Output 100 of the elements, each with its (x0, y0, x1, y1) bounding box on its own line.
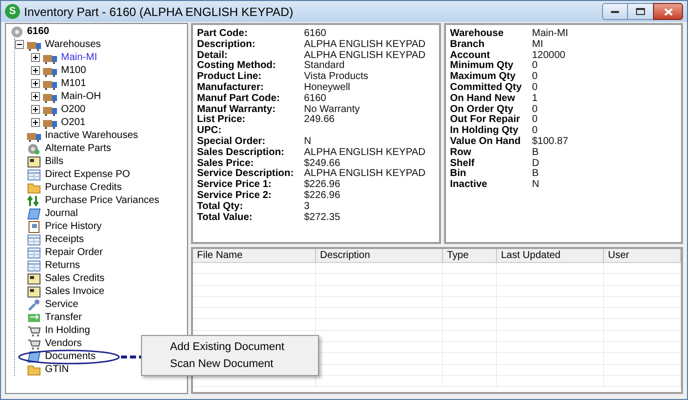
tree-item[interactable]: Warehouses (44, 40, 102, 50)
expand-icon[interactable] (31, 105, 40, 114)
gear-icon (10, 26, 24, 38)
bill-icon (27, 286, 41, 298)
close-icon (664, 8, 672, 16)
expand-icon[interactable] (31, 53, 40, 62)
tree-item[interactable]: In Holding (44, 326, 92, 336)
wrench-icon (27, 298, 41, 310)
tree-item[interactable]: Vendors (44, 338, 83, 348)
tree-item[interactable]: M100 (60, 66, 88, 76)
field-value: B (532, 148, 539, 159)
cart-icon (27, 324, 41, 336)
tree-item[interactable]: GTIN (44, 364, 70, 374)
expand-icon[interactable] (31, 66, 40, 75)
column-header[interactable]: File Name (193, 249, 316, 262)
field-value: $272.35 (304, 212, 340, 224)
tree-item[interactable]: Purchase Credits (44, 182, 123, 192)
field-label: On Hand New (450, 94, 516, 104)
field-label: Maximum Qty (450, 72, 517, 82)
field-value: ALPHA ENGLISH KEYPAD (304, 50, 426, 61)
tree-item[interactable]: Service (44, 300, 80, 310)
tree-item[interactable]: Main-MI (60, 52, 98, 62)
field-label: Manuf Part Code: (197, 94, 281, 104)
folder-icon (27, 182, 41, 194)
expand-icon[interactable] (31, 92, 40, 101)
field-label: Product Line: (197, 72, 262, 82)
field-value: 0 (532, 104, 538, 115)
cart-icon (27, 338, 41, 350)
field-label: Bin (450, 169, 468, 180)
maximize-button[interactable] (628, 3, 653, 20)
menu-item[interactable]: Add Existing Document (170, 340, 318, 354)
expand-icon[interactable] (31, 118, 40, 127)
field-label: Committed Qty (450, 82, 523, 94)
field-value: Main-MI (532, 29, 568, 40)
field-value: 249.66 (304, 115, 335, 126)
column-header[interactable]: Type (443, 249, 497, 262)
document-icon (27, 208, 41, 220)
tree-item[interactable]: Direct Expense PO (44, 170, 132, 180)
tree-root[interactable]: 6160 (27, 24, 50, 39)
field-label: Minimum Qty (450, 61, 514, 72)
tree-item[interactable]: Inactive Warehouses (44, 130, 140, 140)
transfer-icon (27, 312, 41, 324)
field-value: 3 (304, 202, 310, 212)
field-label: Warehouse (450, 29, 505, 40)
field-value: 0 (532, 61, 538, 72)
column-header[interactable]: Last Updated (497, 249, 604, 262)
field-label: Out For Repair (450, 115, 522, 126)
tree-item[interactable]: Documents (44, 352, 97, 362)
tree-item[interactable]: Sales Invoice (44, 286, 106, 296)
field-value: Standard (304, 61, 345, 72)
field-value: 6160 (304, 94, 326, 105)
grid-icon (27, 234, 41, 246)
field-value: $226.96 (304, 190, 340, 202)
tree-item[interactable]: Receipts (44, 234, 85, 244)
field-label: Row (450, 148, 472, 158)
field-value: Vista Products (304, 72, 368, 82)
menu-item[interactable]: Scan New Document (170, 357, 318, 371)
close-button[interactable] (653, 3, 683, 20)
expand-icon[interactable] (31, 79, 40, 88)
tree-item[interactable]: Transfer (44, 312, 83, 322)
folder-icon (27, 364, 41, 376)
field-value: D (532, 158, 540, 169)
field-label: Costing Method: (197, 61, 277, 72)
field-label: UPC: (197, 126, 222, 136)
tree-item[interactable]: Bills (44, 156, 64, 166)
minimize-button[interactable] (602, 3, 628, 20)
tree-item[interactable]: M101 (60, 78, 88, 88)
column-header[interactable]: User (604, 249, 681, 262)
field-label: Detail: (197, 50, 228, 61)
field-label: Total Qty: (197, 202, 243, 212)
tree-item[interactable]: Main-OH (60, 92, 102, 102)
field-label: In Holding Qty (450, 126, 520, 136)
field-label: Service Price 1: (197, 180, 272, 190)
tree-item[interactable]: Alternate Parts (44, 144, 112, 154)
tree-item[interactable]: Sales Credits (44, 274, 106, 284)
field-label: Sales Description: (197, 148, 286, 158)
field-label: Part Code: (197, 29, 249, 40)
app-icon: S (5, 4, 20, 19)
tree-item[interactable]: O200 (60, 104, 86, 114)
tree-item[interactable]: O201 (60, 118, 86, 128)
tree-item[interactable]: Repair Order (44, 248, 104, 258)
field-value: 0 (532, 126, 538, 136)
tree-item[interactable]: Purchase Price Variances (44, 196, 160, 206)
field-value: $100.87 (532, 136, 568, 148)
field-value: No Warranty (304, 104, 360, 115)
tree-item[interactable]: Journal (44, 208, 79, 218)
field-label: Branch (450, 40, 486, 51)
field-value: ALPHA ENGLISH KEYPAD (304, 169, 426, 180)
tree-item[interactable]: Returns (44, 260, 82, 270)
tree-item[interactable]: Price History (44, 222, 103, 232)
gear-icon (27, 142, 41, 154)
bill-icon (27, 272, 41, 284)
column-header[interactable]: Description (316, 249, 443, 262)
field-label: Manuf Warranty: (197, 104, 277, 115)
field-value: MI (532, 40, 544, 51)
bill-icon (27, 156, 41, 168)
minimize-icon (611, 10, 619, 12)
collapse-icon[interactable] (15, 40, 24, 49)
field-label: On Order Qty (450, 104, 514, 115)
grid-icon (27, 246, 41, 258)
